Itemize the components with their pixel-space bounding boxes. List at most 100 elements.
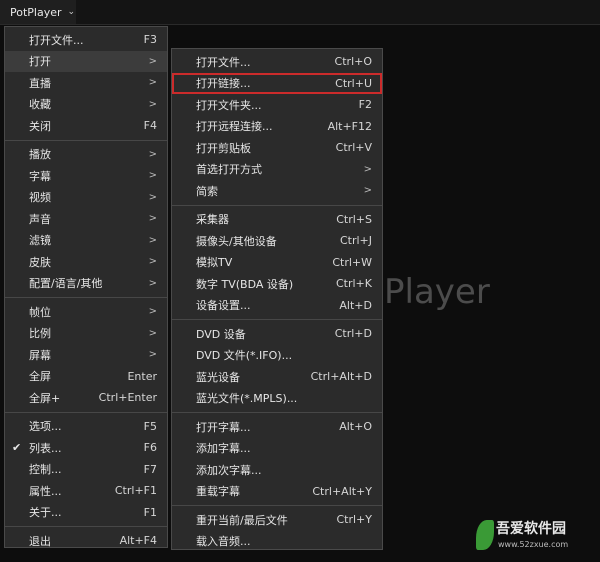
context-menu-main: 打开文件... F3 打开 > 直播 > 收藏 > 关闭 F4 播放 > 字幕 > 视频 > 声音 > 滤镜 > 皮肤 >…: [4, 26, 168, 548]
leaf-icon: [476, 520, 494, 550]
menu-item-shortcut: Ctrl+Alt+D: [310, 370, 372, 384]
menu-item[interactable]: 摄像头/其他设备 Ctrl+J: [172, 230, 382, 252]
menu-item-label: 添加字幕...: [196, 442, 251, 456]
menu-item[interactable]: 打开文件... F3: [5, 29, 167, 51]
menu-item[interactable]: 属性... Ctrl+F1: [5, 480, 167, 502]
menu-item-label: 采集器: [196, 213, 229, 227]
menu-item[interactable]: 关闭 F4: [5, 115, 167, 137]
menu-item[interactable]: 打开剪贴板 Ctrl+V: [172, 137, 382, 159]
menu-item[interactable]: 数字 TV(BDA 设备) Ctrl+K: [172, 273, 382, 295]
menu-item-shortcut: Ctrl+Y: [336, 513, 372, 527]
menu-separator: [172, 204, 382, 206]
menu-item[interactable]: 帧位 >: [5, 301, 167, 323]
menu-item[interactable]: 比例 >: [5, 323, 167, 345]
menu-item-label: DVD 设备: [196, 327, 246, 341]
menu-item-label: 直播: [29, 76, 51, 90]
menu-item[interactable]: 配置/语言/其他 >: [5, 273, 167, 295]
menu-item-label: 打开文件...: [196, 55, 251, 69]
menu-item[interactable]: 重载字幕 Ctrl+Alt+Y: [172, 481, 382, 503]
menu-item-label: 简索: [196, 184, 218, 198]
menu-separator: [172, 319, 382, 320]
menu-separator: [5, 411, 167, 413]
menu-item[interactable]: 关于... F1: [5, 502, 167, 524]
menu-item[interactable]: 首选打开方式 >: [172, 159, 382, 181]
menu-item[interactable]: 采集器 Ctrl+S: [172, 209, 382, 231]
menu-item-label: 选项...: [29, 420, 62, 434]
menu-item[interactable]: DVD 文件(*.IFO)...: [172, 345, 382, 367]
menu-separator: [172, 412, 382, 413]
menu-item[interactable]: 蓝光文件(*.MPLS)...: [172, 388, 382, 410]
chevron-right-icon: >: [148, 98, 157, 110]
menu-item[interactable]: 播放 >: [5, 144, 167, 166]
menu-item-label: 蓝光设备: [196, 370, 240, 384]
logo-url: www.52zxue.com: [498, 540, 569, 549]
menu-item[interactable]: 简索 >: [172, 180, 382, 202]
menu-item[interactable]: 皮肤 >: [5, 251, 167, 273]
menu-item-shortcut: F1: [143, 505, 157, 519]
menu-item-shortcut: F6: [143, 441, 157, 455]
menu-item[interactable]: 打开链接... Ctrl+U: [172, 72, 382, 94]
menu-item[interactable]: 打开字幕... Alt+O: [172, 416, 382, 438]
menu-item[interactable]: 打开 >: [5, 50, 167, 72]
menu-item-label: 字幕: [29, 169, 51, 183]
menu-item-shortcut: Ctrl+O: [334, 55, 372, 69]
menu-item-shortcut: Alt+F12: [327, 119, 372, 133]
chevron-right-icon: >: [148, 191, 157, 203]
chevron-right-icon: >: [148, 170, 157, 182]
menu-separator: [5, 139, 167, 141]
menu-item[interactable]: 字幕 >: [5, 165, 167, 187]
chevron-right-icon: >: [363, 163, 372, 175]
menu-item[interactable]: 模拟TV Ctrl+W: [172, 252, 382, 274]
menu-item[interactable]: 载入音频...: [172, 531, 382, 553]
menu-item[interactable]: 选项... F5: [5, 416, 167, 438]
chevron-right-icon: >: [148, 306, 157, 318]
chevron-right-icon: >: [148, 213, 157, 225]
menu-item-shortcut: F4: [143, 119, 157, 133]
menu-item[interactable]: 重开当前/最后文件 Ctrl+Y: [172, 509, 382, 531]
logo-title: 吾爱软件园: [496, 521, 566, 537]
menu-item[interactable]: 控制... F7: [5, 459, 167, 481]
site-logo: 吾爱软件园 www.52zxue.com: [476, 516, 594, 556]
menu-item[interactable]: 添加字幕...: [172, 438, 382, 460]
menu-item[interactable]: 退出 Alt+F4: [5, 530, 167, 552]
menu-item[interactable]: 屏幕 >: [5, 344, 167, 366]
menu-item[interactable]: 全屏 Enter: [5, 366, 167, 388]
menu-item-shortcut: Ctrl+U: [335, 76, 372, 90]
menu-item-label: 数字 TV(BDA 设备): [196, 277, 294, 291]
menu-item-shortcut: Alt+F4: [119, 534, 157, 548]
menu-item-label: 播放: [29, 148, 51, 162]
chevron-right-icon: >: [148, 327, 157, 339]
menu-item[interactable]: 直播 >: [5, 72, 167, 94]
menu-item-shortcut: Ctrl+W: [332, 255, 372, 269]
chevron-right-icon: >: [148, 277, 157, 289]
menu-item-label: 全屏+: [29, 391, 61, 405]
menu-item-shortcut: Ctrl+S: [336, 212, 372, 226]
menu-item[interactable]: 添加次字幕...: [172, 459, 382, 481]
menu-item[interactable]: 滤镜 >: [5, 230, 167, 252]
menu-item-label: 全屏: [29, 370, 51, 384]
menu-item-label: 收藏: [29, 98, 51, 112]
menu-item-label: 蓝光文件(*.MPLS)...: [196, 392, 298, 406]
app-menu-button[interactable]: PotPlayer ⌄: [0, 0, 76, 24]
menu-item-label: 配置/语言/其他: [29, 277, 103, 291]
menu-item[interactable]: 打开文件夹... F2: [172, 94, 382, 116]
menu-item[interactable]: ✔ 列表... F6: [5, 437, 167, 459]
menu-item[interactable]: 打开远程连接... Alt+F12: [172, 116, 382, 138]
menu-item[interactable]: 打开文件... Ctrl+O: [172, 51, 382, 73]
checkmark-icon: ✔: [12, 441, 22, 454]
menu-item-label: 打开链接...: [196, 77, 251, 91]
menu-item[interactable]: 全屏+ Ctrl+Enter: [5, 387, 167, 409]
menu-item[interactable]: 视频 >: [5, 187, 167, 209]
menu-item-shortcut: F7: [143, 462, 157, 476]
menu-item[interactable]: DVD 设备 Ctrl+D: [172, 323, 382, 345]
menu-item[interactable]: 设备设置... Alt+D: [172, 295, 382, 317]
chevron-right-icon: >: [363, 185, 372, 197]
menu-item-label: 列表...: [29, 441, 62, 455]
menu-item-shortcut: Ctrl+F1: [114, 484, 157, 498]
menu-item[interactable]: 蓝光设备 Ctrl+Alt+D: [172, 366, 382, 388]
menu-item-label: 载入音频...: [196, 535, 251, 549]
chevron-right-icon: >: [148, 234, 157, 246]
menu-item[interactable]: 声音 >: [5, 208, 167, 230]
menu-item[interactable]: 收藏 >: [5, 94, 167, 116]
menu-item-label: DVD 文件(*.IFO)...: [196, 349, 293, 363]
